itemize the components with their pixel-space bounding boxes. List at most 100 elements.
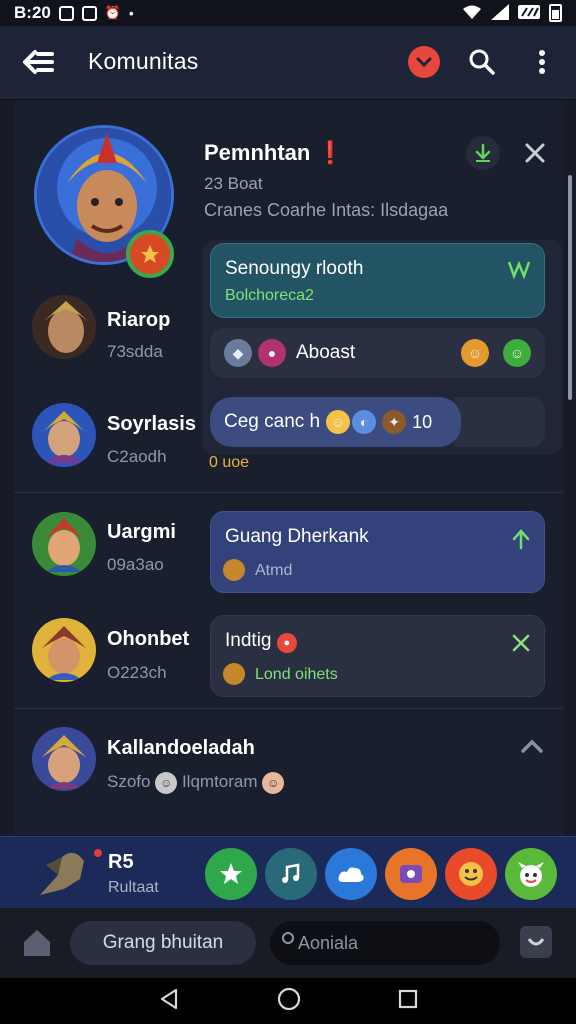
chevron-down-icon — [416, 57, 432, 67]
expand-up-icon[interactable] — [520, 737, 544, 762]
more-vertical-icon — [539, 49, 545, 74]
emoji-icon: ☺ — [326, 410, 351, 434]
network-type-icon — [518, 4, 540, 23]
emoji-icon: ☺ — [262, 772, 285, 794]
user-avatar[interactable] — [32, 618, 96, 682]
battery-icon — [549, 4, 562, 22]
search-icon — [469, 49, 495, 75]
star-icon[interactable] — [205, 848, 257, 900]
hero-name: Pemnhtan ❗ — [204, 140, 344, 166]
emblem-icon — [141, 245, 159, 263]
swap-icon[interactable] — [510, 632, 532, 659]
user-subtext: C2aodh — [107, 447, 167, 466]
search-input[interactable]: Aoniala — [270, 921, 500, 965]
home-nav-icon[interactable] — [277, 987, 301, 1016]
profile-subtext: Rultaat — [108, 879, 159, 896]
divider — [14, 708, 564, 709]
user-subtext: Szofo ☺ Ilqmtoram ☺ — [107, 772, 285, 794]
status-time: B:20 — [14, 3, 51, 22]
community-feed[interactable]: Pemnhtan ❗ 23 Boat Cranes Coarhe Intas: … — [14, 100, 564, 835]
home-icon[interactable] — [20, 926, 54, 960]
user-subtext: 09a3ao — [107, 555, 164, 574]
emoji-icon: ◐ — [352, 410, 377, 434]
user-name[interactable]: Uargmi — [107, 521, 176, 544]
hero-helmet-icon[interactable] — [36, 845, 92, 901]
back-arrow-icon[interactable] — [16, 40, 60, 84]
coin-icon — [223, 663, 245, 685]
user-name[interactable]: Ohonbet — [107, 628, 189, 651]
dropdown-button[interactable] — [408, 45, 440, 78]
message-subtitle: Atmd — [255, 562, 293, 579]
message-bubble-grey[interactable]: ◆ ● Aboast ☺ ☺ — [210, 328, 545, 378]
app-root: B:20 ⏰ • Komunitas Pemnhtan ❗ 23 Boat Cr… — [0, 0, 576, 1024]
hero-description: Cranes Coarhe Intas: Ilsdagaa — [204, 200, 449, 220]
app-bar: Komunitas — [0, 26, 576, 98]
emoji-icon: ✦ — [382, 410, 407, 434]
smile-icon[interactable] — [445, 848, 497, 900]
close-button[interactable] — [520, 138, 550, 168]
back-nav-icon[interactable] — [158, 988, 180, 1015]
message-title: Senoungy rlooth — [225, 258, 364, 279]
emoji-icon[interactable]: ☺ — [461, 339, 489, 367]
alarm-icon: ⏰ — [104, 5, 122, 20]
message-bubble-blue[interactable]: Ceg canc h ☺ ◐ ✦ 10 — [210, 397, 461, 447]
reaction-toggle-icon[interactable] — [520, 926, 552, 958]
user-avatar[interactable] — [32, 727, 96, 791]
emoji-icon[interactable]: ☺ — [503, 339, 531, 367]
recents-nav-icon[interactable] — [398, 989, 418, 1014]
filter-chip[interactable]: Grang bhuitan — [70, 921, 256, 965]
close-icon — [525, 143, 545, 163]
gallery-icon — [81, 5, 97, 21]
message-subtitle: Bolchoreca2 — [225, 287, 314, 304]
message-bubble-teal[interactable]: Senoungy rlooth Bolchoreca2 — [210, 243, 545, 318]
page-title: Komunitas — [88, 48, 199, 74]
user-avatar[interactable] — [32, 295, 96, 359]
mascot-icon[interactable] — [505, 848, 557, 900]
dot-icon: • — [129, 5, 134, 21]
more-options-button[interactable] — [524, 44, 560, 80]
message-count: 10 — [412, 411, 433, 432]
message-title-text: Indtig — [225, 630, 272, 651]
user-name[interactable]: Kallandoeladah — [107, 737, 255, 760]
search-button[interactable] — [464, 44, 500, 80]
user-subtext-part: Szofo — [107, 772, 151, 791]
quick-actions-bar: R5 Rultaat — [0, 836, 576, 908]
user-avatar[interactable] — [32, 512, 96, 576]
profile-name: R5 — [108, 851, 134, 873]
music-icon[interactable] — [265, 848, 317, 900]
fire-icon: ● — [276, 633, 297, 653]
message-note: 0 uoe — [209, 454, 250, 471]
user-avatar[interactable] — [32, 403, 96, 467]
screen-icon[interactable] — [385, 848, 437, 900]
bottom-input-bar: Grang bhuitan Aoniala — [0, 908, 576, 978]
reaction-icon[interactable] — [506, 258, 532, 285]
hero-name-mark: ❗ — [316, 140, 344, 165]
search-placeholder: Aoniala — [298, 932, 359, 953]
hero-name-text: Pemnhtan — [204, 140, 311, 165]
message-title: Indtig ● — [225, 630, 297, 653]
download-icon — [475, 143, 491, 162]
user-name[interactable]: Soyrlasis — [107, 413, 196, 436]
user-subtext: O223ch — [107, 663, 167, 682]
message-bubble[interactable]: Indtig ● Lond oihets — [210, 615, 545, 697]
hero-rank-badge — [126, 230, 174, 278]
cloud-icon[interactable] — [325, 848, 377, 900]
coin-icon — [223, 559, 245, 581]
user-name[interactable]: Riarop — [107, 309, 170, 332]
signal-icon — [491, 3, 509, 23]
message-subtitle: Lond oihets — [255, 666, 338, 683]
scrollbar[interactable] — [568, 175, 572, 400]
user-subtext-part: Ilqmtoram — [181, 772, 258, 791]
notification-dot — [92, 847, 104, 859]
divider — [14, 492, 564, 493]
status-bar: B:20 ⏰ • — [0, 0, 576, 26]
user-subtext: 73sdda — [107, 342, 163, 361]
item-icon: ◆ — [224, 339, 252, 367]
message-bubble-extension — [454, 397, 545, 447]
message-title: Guang Dherkank — [225, 526, 369, 547]
message-bubble[interactable]: Guang Dherkank Atmd — [210, 511, 545, 593]
arrow-up-icon[interactable] — [510, 528, 532, 555]
notification-icon — [58, 5, 74, 21]
message-title: Ceg canc h — [224, 411, 321, 432]
download-button[interactable] — [466, 136, 500, 170]
